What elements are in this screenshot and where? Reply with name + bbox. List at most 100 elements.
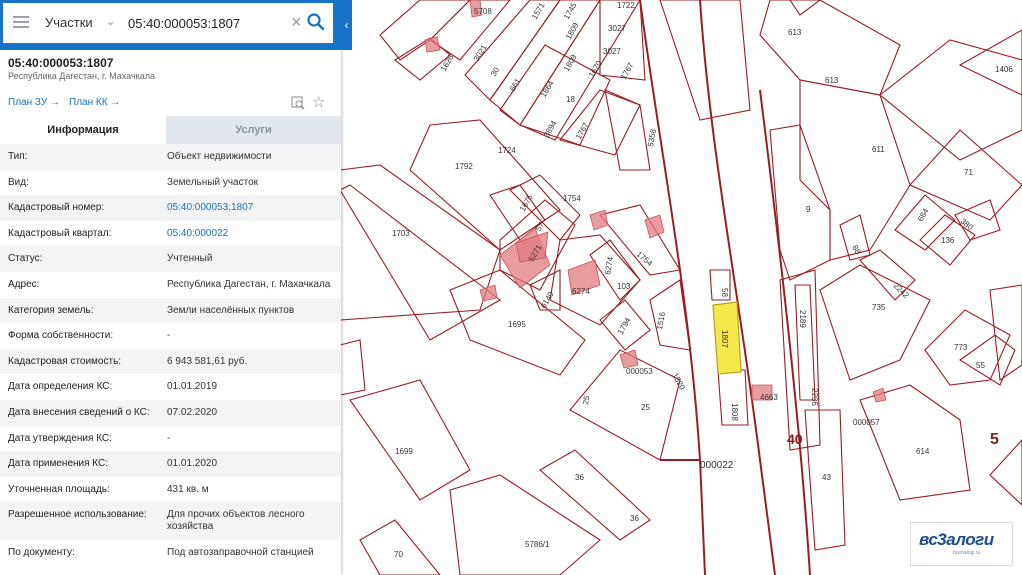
map-label: 5358 xyxy=(646,128,658,148)
map-label: 1722 xyxy=(617,1,635,10)
parcel-boundaries xyxy=(339,0,1022,575)
map-label: 1571 xyxy=(530,1,547,21)
row-key: Кадастровый номер: xyxy=(8,202,105,214)
row-value: 01.01.2020 xyxy=(167,458,218,470)
cadastral-number-link[interactable]: 05:40:000053:1807 xyxy=(167,202,332,214)
map-label: 40 xyxy=(787,431,803,447)
map-label: 3021 xyxy=(472,43,489,63)
map-label: 2236 xyxy=(810,388,819,406)
map-label: 661 xyxy=(508,76,523,93)
map-label: 613 xyxy=(788,28,802,37)
table-row: Адрес: Республика Дагестан, г. Махачкала xyxy=(0,272,341,298)
close-icon[interactable]: × xyxy=(291,12,302,32)
map-label: 1406 xyxy=(995,65,1013,74)
tab-bar: Информация Услуги xyxy=(0,116,341,144)
map-label: 1792 xyxy=(455,162,473,171)
row-key: Дата внесения сведений о КС: xyxy=(8,406,150,418)
row-key: Уточненная площадь: xyxy=(8,483,110,495)
map-label: 3894 xyxy=(542,119,559,139)
row-value: 431 кв. м xyxy=(167,483,209,495)
table-row: Дата внесения сведений о КС: 07.02.2020 xyxy=(0,399,341,426)
row-key: Вид: xyxy=(8,176,29,188)
map-label: 1754 xyxy=(563,194,581,203)
row-key: Адрес: xyxy=(8,278,40,290)
tab-services[interactable]: Услуги xyxy=(166,116,341,144)
map-label: 1703 xyxy=(392,229,410,238)
table-row: Вид: Земельный участок xyxy=(0,170,341,196)
map-label: 43 xyxy=(822,473,831,482)
map-label: 1745 xyxy=(562,1,579,21)
row-value: 01.01.2019 xyxy=(167,381,218,393)
plan-kk-link[interactable]: План КК → xyxy=(69,97,120,108)
map-label: 36 xyxy=(575,473,584,482)
table-row: Дата применения КС: 01.01.2020 xyxy=(0,451,341,477)
search-on-map-icon[interactable] xyxy=(291,96,305,110)
map-label: 25 xyxy=(581,394,592,405)
map-label: 1724 xyxy=(498,146,516,155)
row-value: - xyxy=(167,330,171,342)
table-row: Тип: Объект недвижимости xyxy=(0,144,341,170)
map-label: 3027 xyxy=(603,47,621,56)
row-value: Земли населённых пунктов xyxy=(167,304,295,316)
search-input[interactable] xyxy=(128,11,288,35)
map-label: 55 xyxy=(976,361,985,370)
map-label: 5 xyxy=(990,431,999,448)
map-label: 5786/1 xyxy=(525,540,550,549)
search-type-select[interactable]: Участки xyxy=(45,15,93,30)
row-key: Дата определения КС: xyxy=(8,381,113,393)
chevron-down-icon[interactable]: ⌄ xyxy=(106,15,115,28)
map-label: 1809 xyxy=(564,21,581,41)
row-value: Республика Дагестан, г. Махачкала xyxy=(167,278,331,290)
row-key: Статус: xyxy=(8,253,43,265)
map-label: 36 xyxy=(630,514,639,523)
row-key: Форма собственности: xyxy=(8,330,114,342)
plan-zu-link[interactable]: План ЗУ → xyxy=(8,97,60,108)
tab-information[interactable]: Информация xyxy=(0,116,166,144)
map-label: 1864 xyxy=(539,79,556,99)
map-label: 3027 xyxy=(608,24,626,33)
search-box: Участки ⌄ × xyxy=(3,3,333,43)
row-key: Тип: xyxy=(8,151,28,162)
menu-icon[interactable] xyxy=(13,16,29,29)
map-label: 2189 xyxy=(798,310,807,328)
map-label: 000022 xyxy=(700,460,734,471)
map-label: 5708 xyxy=(474,7,492,16)
table-row: Уточненная площадь: 431 кв. м xyxy=(0,477,341,503)
map-label: 000057 xyxy=(853,418,880,427)
map-label: 9 xyxy=(806,205,811,214)
map-label: 2242 xyxy=(892,281,911,300)
row-key: Дата применения КС: xyxy=(8,458,109,470)
row-value: Земельный участок xyxy=(167,176,259,188)
table-row: Кадастровая стоимость: 6 943 581,61 руб. xyxy=(0,348,341,375)
row-key: Кадастровый квартал: xyxy=(8,227,112,239)
map-label: 71 xyxy=(964,168,973,177)
star-icon[interactable]: ☆ xyxy=(312,93,325,111)
table-row: Дата определения КС: 01.01.2019 xyxy=(0,374,341,400)
search-icon[interactable] xyxy=(306,12,326,32)
row-key: Категория земель: xyxy=(8,304,94,316)
map-label: 1807 xyxy=(720,330,729,348)
row-value: - xyxy=(167,432,171,444)
map-label: 6274 xyxy=(572,287,590,296)
logo-subtitle: bcenalogi.ru xyxy=(953,550,981,556)
table-row: Категория земель: Земли населённых пункто… xyxy=(0,297,341,324)
cadastral-quarter-link[interactable]: 05:40:000022 xyxy=(167,228,332,240)
table-row: По документу: Под автозаправочной станцие… xyxy=(0,540,341,566)
logo: вс3алоги bcenalogi.ru xyxy=(910,522,1013,566)
map-label: 1516 xyxy=(655,311,667,331)
map-label: 18 xyxy=(566,95,575,104)
collapse-panel-button[interactable]: ‹ xyxy=(341,0,352,50)
row-key: По документу: xyxy=(8,547,75,559)
map-label: 4663 xyxy=(760,393,778,402)
map-label: 1754 xyxy=(635,250,655,269)
parcel-labels: 5708 1571 1745 1722 613 613 1406 3021 18… xyxy=(392,1,1013,559)
map-label: 136 xyxy=(941,236,955,245)
map-label: 6140 xyxy=(539,290,556,310)
row-value: Для прочих объектов лесного хозяйства xyxy=(167,509,305,533)
map-label: 1695 xyxy=(508,320,526,329)
map-label: 30 xyxy=(489,65,502,78)
table-row: Дата утверждения КС: - xyxy=(0,426,341,452)
row-key: Кадастровая стоимость: xyxy=(8,355,122,367)
map-label: 58 xyxy=(720,288,729,297)
property-table: Тип: Объект недвижимости Вид: Земельный уч… xyxy=(0,144,341,566)
